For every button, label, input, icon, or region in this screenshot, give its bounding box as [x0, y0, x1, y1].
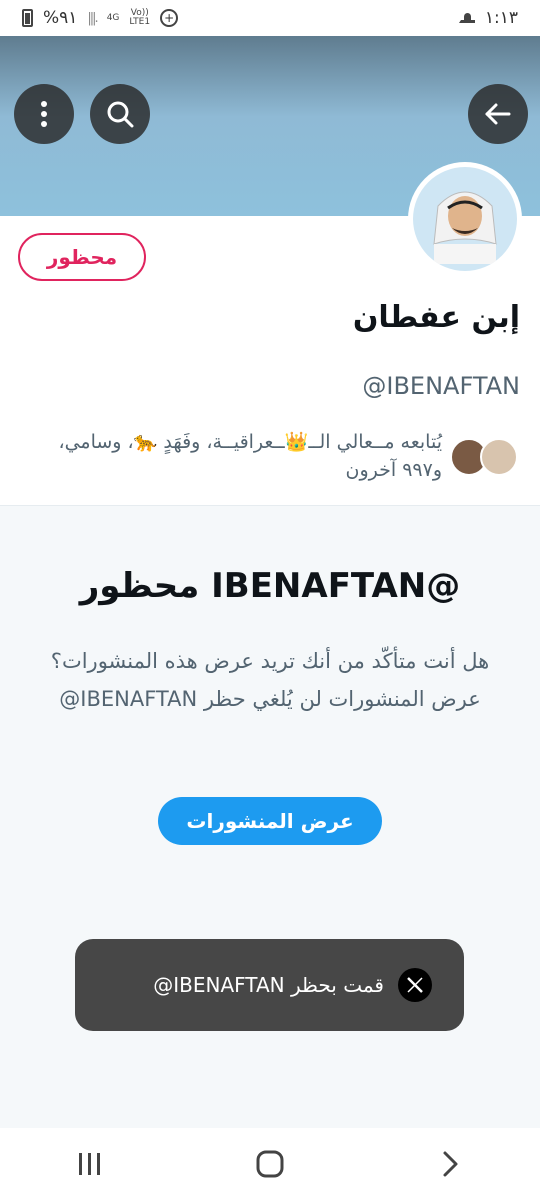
recents-button[interactable] — [50, 1139, 130, 1189]
avatar-illustration — [433, 191, 497, 264]
avatar[interactable] — [408, 162, 522, 276]
followers-known[interactable]: يُتابعه مــعالي الــ👑ــعراقيــة، وفَهَدٍ… — [18, 428, 518, 484]
system-nav-bar — [0, 1128, 540, 1200]
network-4g-label: 4G — [106, 12, 120, 23]
back-button[interactable] — [468, 84, 528, 144]
blocked-title: @IBENAFTAN محظور — [79, 566, 461, 606]
followers-text: يُتابعه مــعالي الــ👑ــعراقيــة، وفَهَدٍ… — [58, 431, 442, 481]
view-posts-button[interactable]: عرض المنشورات — [158, 797, 382, 845]
status-right: ١:١٣ — [458, 8, 518, 28]
more-button[interactable] — [14, 84, 74, 144]
search-button[interactable] — [90, 84, 150, 144]
follower-avatar — [480, 438, 518, 476]
battery-icon — [22, 9, 33, 27]
volte-label: Vo)) LTE1 — [129, 8, 151, 27]
status-bar: %٩١ |||. 4G Vo)) LTE1 + ١:١٣ — [0, 0, 540, 36]
signal-icon: |||. — [87, 10, 98, 26]
avatar-image — [413, 167, 517, 271]
search-icon — [107, 101, 134, 128]
home-icon — [256, 1150, 284, 1178]
more-vertical-icon — [41, 101, 47, 127]
display-name: إبن عفطان — [352, 300, 520, 335]
blocked-button[interactable]: محظور — [18, 233, 146, 281]
status-left: %٩١ |||. 4G Vo)) LTE1 + — [22, 8, 179, 28]
recents-icon — [79, 1153, 100, 1175]
follower-avatars — [450, 438, 518, 484]
user-handle: @IBENAFTAN — [362, 372, 520, 400]
toast: قمت بحظر IBENAFTAN@ — [75, 939, 464, 1031]
back-chevron-icon — [443, 1151, 458, 1177]
mosque-icon — [458, 13, 475, 23]
plus-circle-icon: + — [160, 9, 179, 27]
x-logo-icon — [398, 968, 432, 1002]
home-button[interactable] — [230, 1139, 310, 1189]
blocked-description: هل أنت متأكّد من أنك تريد عرض هذه المنشو… — [50, 649, 490, 711]
status-time: ١:١٣ — [484, 8, 518, 28]
toast-text: قمت بحظر IBENAFTAN@ — [153, 973, 384, 997]
battery-percent: %٩١ — [43, 8, 78, 28]
arrow-back-icon — [485, 103, 511, 125]
nav-back-button[interactable] — [410, 1139, 490, 1189]
